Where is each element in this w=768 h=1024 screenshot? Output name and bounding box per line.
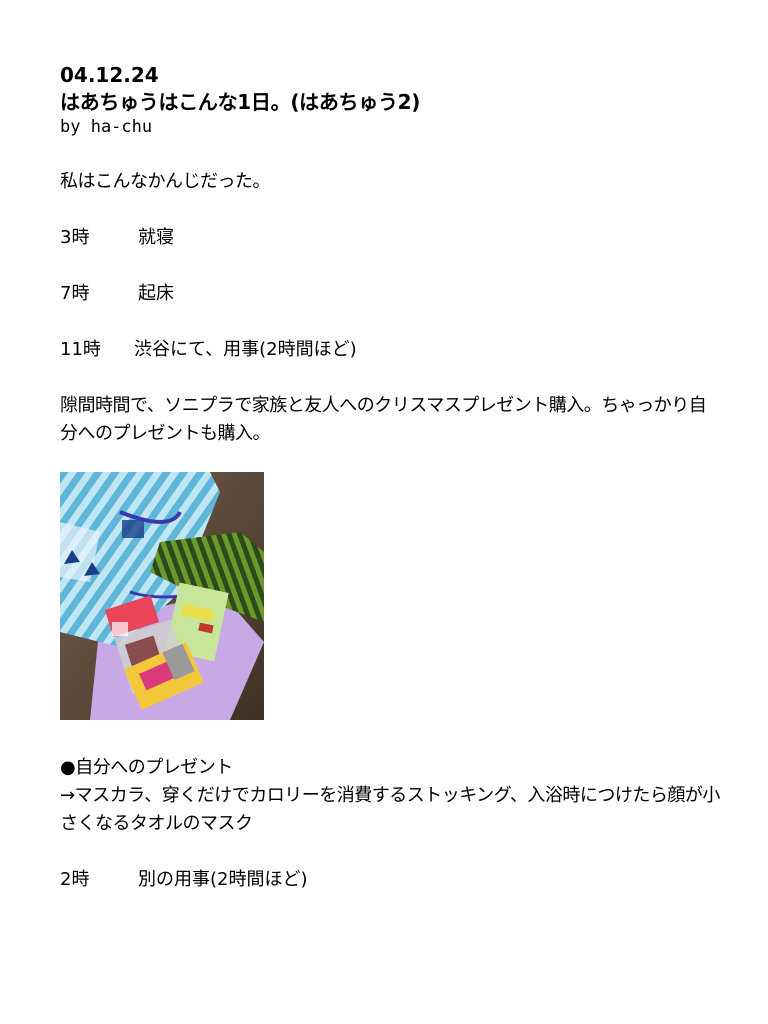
schedule-text: 別の用事(2時間ほど) bbox=[138, 869, 308, 890]
entry-date: 04.12.24 bbox=[60, 63, 159, 87]
schedule-row: 11時 渋谷にて、用事(2時間ほど) bbox=[60, 336, 720, 364]
schedule-time: 2時 bbox=[60, 869, 90, 890]
entry-title: はあちゅうはこんな1日。(はあちゅう2) bbox=[60, 90, 421, 114]
schedule-text: 渋谷にて、用事(2時間ほど) bbox=[134, 339, 357, 360]
schedule-text: 起床 bbox=[138, 283, 174, 304]
shopping-bag-photo[interactable] bbox=[60, 472, 264, 720]
blog-entry: 04.12.24 はあちゅうはこんな1日。(はあちゅう2) by ha-chu … bbox=[60, 62, 720, 894]
shopping-paragraph: 隙間時間で、ソニプラで家族と友人へのクリスマスプレゼント購入。ちゃっかり自分への… bbox=[60, 395, 707, 444]
schedule-text: 就寝 bbox=[138, 227, 174, 248]
schedule-row: 3時 就寝 bbox=[60, 224, 720, 252]
schedule-row: 2時 別の用事(2時間ほど) bbox=[60, 866, 720, 894]
schedule-time: 11時 bbox=[60, 339, 101, 360]
schedule-time: 3時 bbox=[60, 227, 90, 248]
schedule-row: 7時 起床 bbox=[60, 280, 720, 308]
gift-heading: ●自分へのプレゼント bbox=[60, 757, 233, 778]
intro-text: 私はこんなかんじだった。 bbox=[60, 171, 271, 192]
gift-detail: →マスカラ、穿くだけでカロリーを消費するストッキング、入浴時につけたら顔が小さく… bbox=[60, 785, 720, 834]
schedule-time: 7時 bbox=[60, 283, 90, 304]
entry-byline: by ha-chu bbox=[60, 117, 153, 137]
